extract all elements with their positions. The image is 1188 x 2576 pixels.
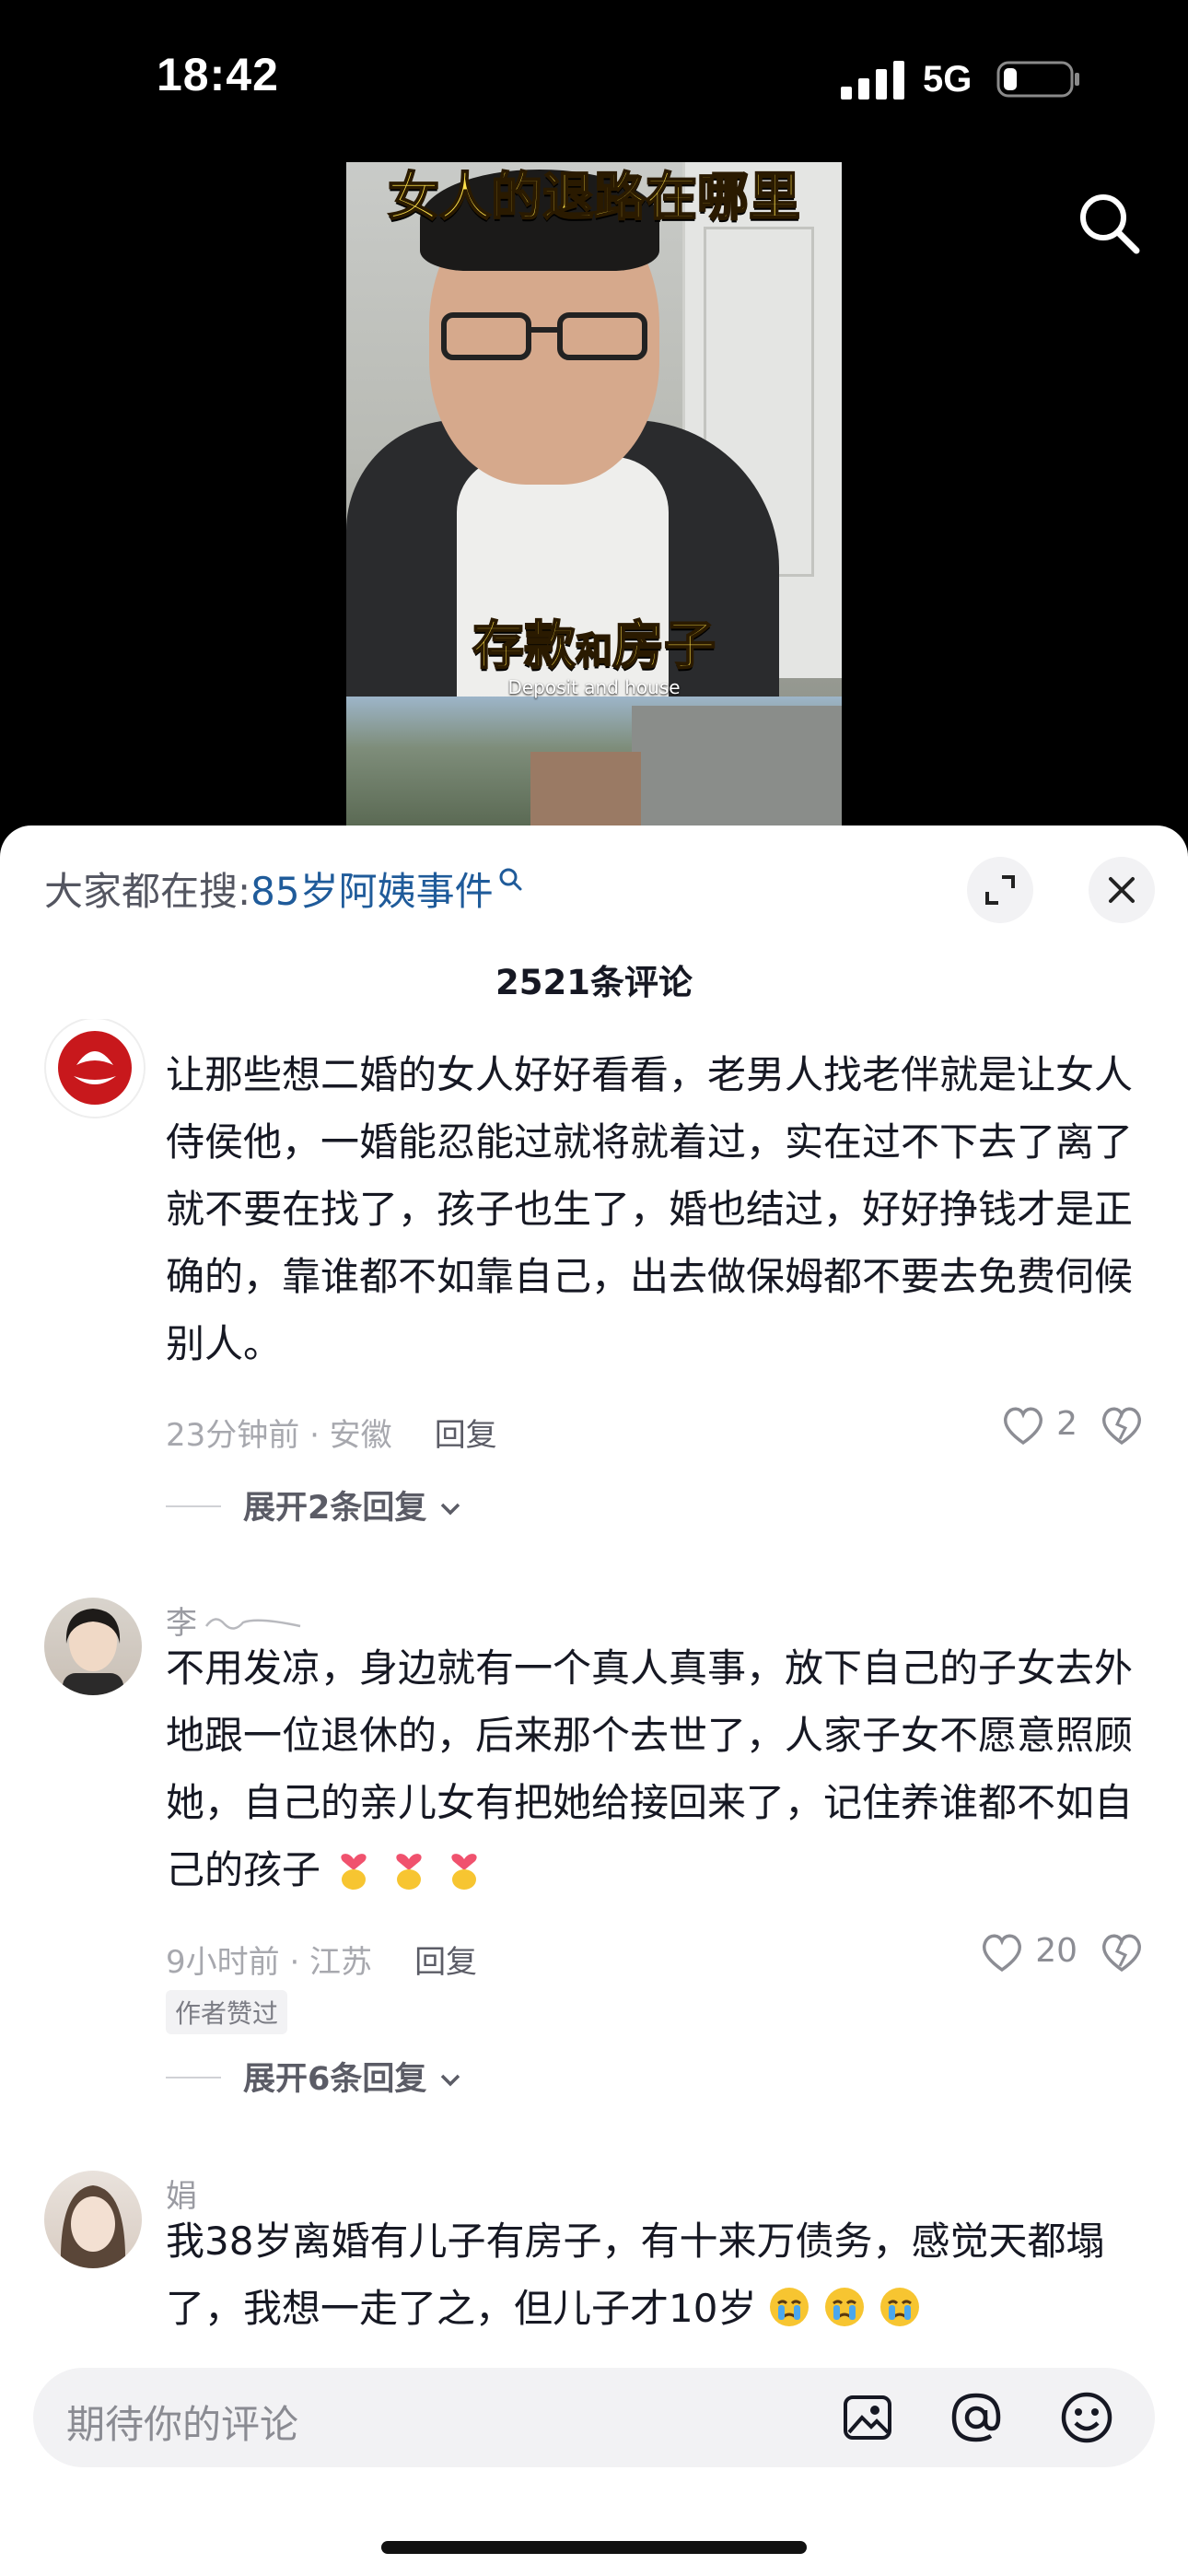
like-button[interactable]: 2 — [1000, 1404, 1077, 1446]
divider — [166, 2077, 221, 2078]
video-player[interactable]: 女人的退路在哪里 存款和房子 Deposit and house — [346, 162, 842, 825]
comment-count: 2521条评论 — [495, 963, 693, 1002]
at-icon[interactable] — [949, 2390, 1004, 2445]
like-button[interactable]: 20 — [979, 1931, 1077, 1973]
like-count: 2 — [1056, 1405, 1077, 1443]
battery-icon — [996, 61, 1079, 98]
dislike-button[interactable] — [1100, 1404, 1144, 1446]
heart-icon — [1003, 1407, 1042, 1446]
dislike-icon — [1101, 1407, 1142, 1446]
comment-time-location: 9小时前 · 江苏 — [166, 1944, 373, 1981]
author-liked-badge: 作者赞过 — [166, 1990, 288, 2034]
search-icon — [499, 868, 522, 891]
expand-replies-label: 展开2条回复 — [243, 1490, 427, 1527]
comment-input-placeholder: 期待你的评论 — [66, 2402, 299, 2447]
expand-replies-label: 展开6条回复 — [243, 2061, 427, 2098]
video-title: 女人的退路在哪里 — [387, 166, 801, 228]
comment-meta: 23分钟前 · 安徽 回复 — [166, 1410, 497, 1455]
comment-sheet: 大家都在搜:85岁阿姨事件 2521条评论 让那些想二婚的女人好好看看，老男人找… — [0, 825, 1188, 2576]
trending-search-prefix: 大家都在搜: — [44, 869, 251, 914]
like-count: 20 — [1035, 1932, 1077, 1970]
video-building — [632, 706, 842, 825]
signal-icon — [841, 61, 904, 100]
reply-button[interactable]: 回复 — [414, 1944, 477, 1981]
dislike-icon — [1101, 1934, 1142, 1973]
video-subtitle-a: 存款 — [472, 615, 577, 677]
video-subtitle-b: 房子 — [611, 615, 716, 677]
video-subtitle-conj: 和 — [575, 628, 613, 673]
expand-replies-button[interactable]: 展开2条回复 — [166, 1481, 462, 1528]
finger-heart-emoji-icon — [396, 1854, 422, 1890]
video-person-glasses — [441, 312, 647, 360]
reply-button[interactable]: 回复 — [435, 1417, 497, 1454]
chevron-down-icon — [440, 1503, 460, 1516]
search-icon[interactable] — [1076, 190, 1142, 256]
trending-search[interactable]: 大家都在搜:85岁阿姨事件 — [44, 861, 523, 917]
expand-replies-button[interactable]: 展开6条回复 — [166, 2053, 462, 2100]
avatar[interactable] — [44, 1019, 146, 1118]
comment-list[interactable]: 让那些想二婚的女人好好看看，老男人找老伴就是让女人侍侯他，一婚能忍能过就将就着过… — [0, 1019, 1188, 2336]
video-subtitle-english: Deposit and house — [507, 676, 681, 698]
emoji-icon[interactable] — [1059, 2390, 1114, 2445]
home-indicator[interactable] — [381, 2541, 807, 2554]
status-bar: 18:42 5G — [0, 0, 1188, 157]
trending-search-term[interactable]: 85岁阿姨事件 — [250, 869, 493, 914]
close-button[interactable] — [1089, 857, 1155, 923]
heart-icon — [982, 1934, 1021, 1973]
comment-text: 不用发凉，身边就有一个真人真事，放下自己的子女去外地跟一位退休的，后来那个去世了… — [166, 1634, 1151, 1903]
finger-heart-emoji-icon — [341, 1854, 367, 1890]
network-label: 5G — [923, 59, 973, 100]
dislike-button[interactable] — [1100, 1931, 1144, 1973]
comment-text: 让那些想二婚的女人好好看看，老男人找老伴就是让女人侍侯他，一婚能忍能过就将就着过… — [166, 1052, 1134, 1366]
comment-time-location: 23分钟前 · 安徽 — [166, 1417, 392, 1454]
avatar-portrait — [63, 1609, 123, 1695]
comment-text-body: 我38岁离婚有儿子有房子，有十来万债务，感觉天都塌了，我想一走了之，但儿子才10… — [166, 2219, 1105, 2331]
crying-emoji-icon — [825, 2288, 865, 2326]
crying-emoji-icon — [880, 2288, 920, 2326]
avatar[interactable] — [44, 1598, 142, 1695]
comment-text: 我38岁离婚有儿子有房子，有十来万债务，感觉天都塌了，我想一走了之，但儿子才10… — [166, 2207, 1151, 2336]
comment-input[interactable]: 期待你的评论 — [33, 2368, 1155, 2467]
finger-heart-emoji-icon — [451, 1854, 477, 1890]
video-building — [530, 752, 641, 825]
username-decoration — [204, 1618, 301, 1630]
chevron-down-icon — [440, 2074, 460, 2087]
video-subtitle: 存款和房子 — [346, 614, 842, 684]
comment-meta: 9小时前 · 江苏 回复 — [166, 1937, 477, 1982]
crying-emoji-icon — [770, 2288, 809, 2326]
rose-logo-icon — [58, 1031, 132, 1105]
avatar-portrait — [60, 2185, 126, 2268]
divider — [166, 1505, 221, 1507]
close-icon — [1109, 877, 1135, 903]
expand-button[interactable] — [967, 857, 1033, 923]
avatar[interactable] — [44, 2171, 142, 2268]
status-time: 18:42 — [157, 49, 279, 100]
expand-icon — [985, 875, 1015, 905]
image-icon[interactable] — [840, 2390, 895, 2445]
comment-text-body: 不用发凉，身边就有一个真人真事，放下自己的子女去外地跟一位退休的，后来那个去世了… — [166, 1645, 1134, 1892]
